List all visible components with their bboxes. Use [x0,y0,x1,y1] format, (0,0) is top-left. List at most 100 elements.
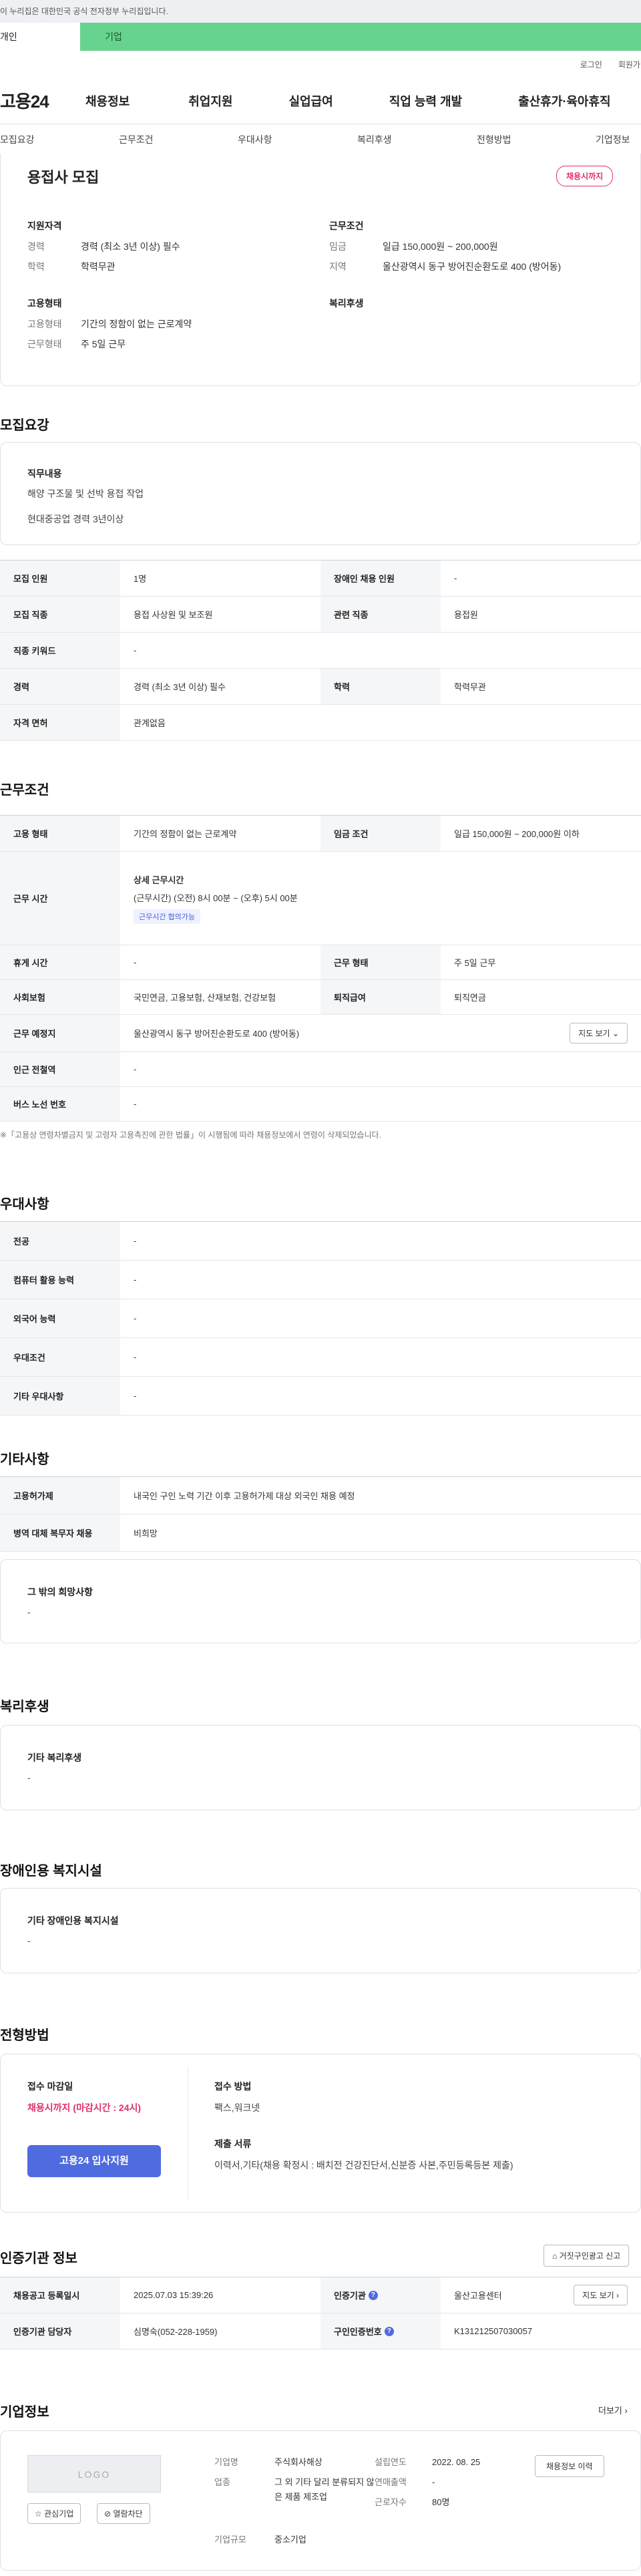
cond-region: 지역 울산광역시 동구 방어진순환도로 400 (방어동) [329,259,561,274]
kv-key: 고용형태 [27,319,62,329]
table-row: 병역 대체 복무자 채용 비희망 [0,1514,641,1552]
gnb-training[interactable]: 직업 능력 개발 [389,92,462,110]
welfare-sub: 기타 복리후생 [27,1752,82,1763]
selection-card: 접수 마감일 채용시까지 (마감시간 : 24시) 고용24 입사지원 접수 방… [0,2054,641,2213]
table-cell: - [454,573,457,583]
company-card: LOGO ☆ 관심기업 ⊘ 열람차단 기업명 주식회사해상 업종 그 외 기타 달리… [0,2430,641,2571]
table-cell: 관계없음 [134,718,166,728]
table-row: 외국어 능력 - [0,1299,641,1338]
info-icon[interactable]: ? [368,2290,378,2300]
kv-value: 기간의 정함이 없는 근로계약 [81,319,192,329]
emp-type: 고용형태 기간의 정함이 없는 근로계약 [27,317,192,331]
report-button[interactable]: ⌂ 거짓구인광고 신고 [544,2245,630,2267]
gnb-employment-support[interactable]: 취업지원 [188,92,232,110]
method-label: 접수 방법 [214,2081,252,2092]
subnav-work[interactable]: 근무조건 [119,133,154,146]
site-logo[interactable]: 고용24 [0,88,73,113]
table-cell: 일급 150,000원 ~ 200,000원 이하 [454,829,580,839]
work-place-cell: 울산광역시 동구 방어진순환도로 400 (방어동) 지도 보기 ⌄ [120,1015,641,1052]
table-header: 인증기관 담당자 [0,2313,120,2349]
hope-card: 그 밖의 희망사항 - [0,1559,641,1643]
apply-button[interactable]: 고용24 입사지원 [27,2145,161,2177]
more-link[interactable]: 더보기 › [598,2404,628,2416]
welfare-section-title: 복리후생 [0,1700,49,1714]
welfare-value: - [27,1772,31,1783]
table-cell: 기간의 정함이 없는 근로계약 [134,829,237,839]
tab-company[interactable]: 기업 [80,23,641,51]
table-cell: - [134,1236,137,1246]
docs-value: 이력서,기타(채용 확정시 : 배치전 건강진단서,신분증 사본,주민등록등본 … [214,2160,513,2170]
table-cell: 용접 사상원 및 보조원 [134,610,213,620]
table-header: 관련 직종 [320,597,441,632]
table-row: 근무 예정지 울산광역시 동구 방어진순환도로 400 (방어동) 지도 보기 … [0,1015,641,1052]
welfare-title: 복리후생 [329,298,364,309]
subnav-recruit[interactable]: 모집요강 [0,133,35,146]
top-links: 로그인 회원가입 [0,51,641,77]
kv-value: 울산광역시 동구 방어진순환도로 400 (방어동) [383,261,562,272]
table-row: 우대조건 - [0,1338,641,1377]
cert-title: 인증기관 정보 [0,2251,77,2266]
tab-personal[interactable]: 개인 [0,23,80,51]
login-link[interactable]: 로그인 [580,59,602,70]
table-cell: 비희망 [134,1528,158,1539]
subnav-welfare[interactable]: 복리후생 [357,133,392,146]
kv-value: 80명 [432,2497,450,2507]
info-icon[interactable]: ? [384,2326,394,2336]
map-button[interactable]: 지도 보기 ⌄ [570,1023,628,1043]
table-header: 임금 조건 [320,816,441,851]
gnb-jobs[interactable]: 채용정보 [85,92,130,110]
welfare-card: 기타 복리후생 - [0,1725,641,1810]
table-header: 구인인증번호 [334,2327,382,2337]
table-header: 퇴직급여 [320,980,441,1014]
table-row: 경력 경력 (최소 3년 이상) 필수 학력 학력무관 [0,669,641,705]
age-note: ※「고용상 연령차별금지 및 고령자 고용촉진에 관한 법률」이 시행됨에 따라… [0,1130,381,1140]
table-header: 경력 [0,669,120,704]
table-header: 버스 노선 번호 [0,1087,120,1121]
fav-company-button[interactable]: ☆ 관심기업 [27,2503,81,2524]
gov-banner: 이 누리집은 대한민국 공식 전자정부 누리집입니다. [0,0,641,23]
cert-map-button[interactable]: 지도 보기 › [574,2285,628,2305]
map-button-label: 지도 보기 [578,1029,610,1038]
table-row: 채용공고 등록일시 2025.07.03 15:39:26 인증기관? 울산고용… [0,2277,641,2313]
subnav-selection[interactable]: 전형방법 [477,133,511,146]
table-row: 사회보험 국민연금, 고용보험, 산재보험, 건강보험 퇴직급여 퇴직연금 [0,980,641,1015]
table-row: 자격 면허 관계없음 [0,705,641,741]
docs-label: 제출 서류 [214,2138,252,2149]
kv-value: - [432,2477,435,2487]
work-table: 고용 형태 기간의 정함이 없는 근로계약 임금 조건 일급 150,000원 … [0,815,641,1122]
table-header: 인증기관 [334,2291,366,2301]
table-header: 모집 인원 [0,560,120,596]
home-icon: ⌂ [552,2251,558,2261]
kv-value: 그 외 기타 달리 분류되지 않은 제품 제조업 [274,2477,375,2502]
table-header: 장애인 채용 인원 [320,560,441,596]
table-row: 인증기관 담당자 심명숙(052-228-1959) 구인인증번호? K1312… [0,2313,641,2350]
kv-value: 2022. 08. 25 [432,2457,481,2467]
deadline-badge: 채용시까지 [556,166,614,186]
pref-title: 우대사항 [0,1197,49,1212]
etc-title: 기타사항 [0,1452,49,1467]
table-cell: - [134,1313,137,1323]
kv-key: 지역 [329,261,347,272]
work-hours-value: (근무시간) (오전) 8시 00분 ~ (오후) 5시 00분 [134,893,298,903]
table-header-with-info: 인증기관? [320,2277,441,2313]
subnav-company[interactable]: 기업정보 [596,133,630,146]
emp-form: 근무형태 주 5일 근무 [27,337,126,351]
kv-key: 경력 [27,241,45,252]
etc-table: 고용허가제 내국인 구인 노력 기간 이후 고용허가제 대상 외국인 채용 예정 … [0,1476,641,1552]
kv-value: 주식회사해상 [274,2457,323,2467]
table-row: 휴게 시간 - 근무 형태 주 5일 근무 [0,945,641,980]
kv-key: 근무형태 [27,339,62,349]
table-header: 고용허가제 [0,1477,120,1514]
job-history-button[interactable]: 채용정보 이력 [535,2455,604,2477]
star-icon: ☆ [35,2509,42,2519]
table-cell: - [134,645,137,655]
block-view-button[interactable]: ⊘ 열람차단 [97,2503,150,2524]
table-row: 기타 우대사항 - [0,1377,641,1416]
gnb-parental-leave[interactable]: 출산휴가·육아휴직 [518,92,610,110]
method-value: 팩스,워크넷 [214,2102,260,2113]
table-header: 근무 형태 [320,945,441,979]
subnav-pref[interactable]: 우대사항 [238,133,272,146]
signup-link[interactable]: 회원가입 [618,59,641,70]
gnb-unemployment[interactable]: 실업급여 [289,92,333,110]
main-nav: 고용24 채용정보 취업지원 실업급여 직업 능력 개발 출산휴가·육아휴직 [0,77,641,124]
